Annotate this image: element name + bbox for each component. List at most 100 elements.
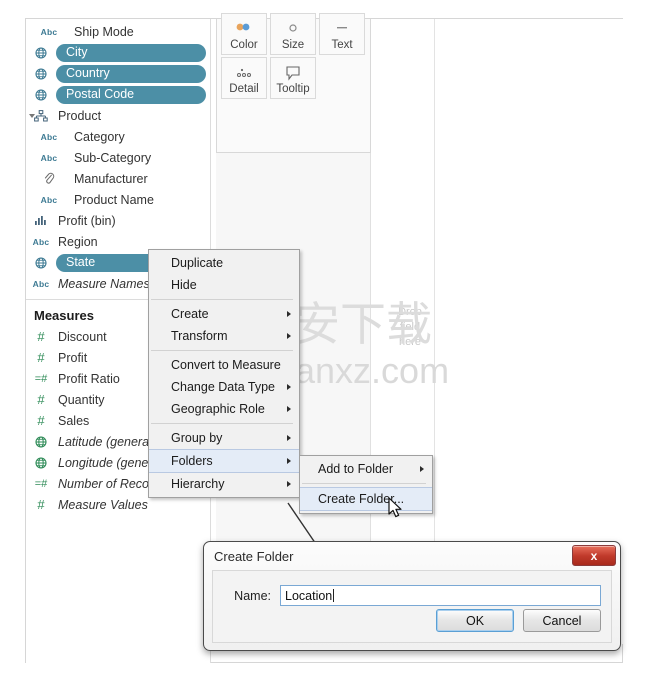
context-menu-item[interactable]: Transform — [149, 325, 299, 347]
dialog-buttons: OK Cancel — [436, 609, 601, 632]
chevron-right-icon — [420, 466, 424, 472]
field-icon-slot: Abc — [26, 153, 72, 163]
context-menu-item-label: Duplicate — [171, 256, 224, 270]
field-icon-slot: Abc — [26, 27, 72, 37]
context-menu-item-label: Geographic Role — [171, 402, 265, 416]
context-menu-item-label: Change Data Type — [171, 380, 276, 394]
menu-separator — [151, 423, 293, 424]
dimension-field-row[interactable]: City — [26, 42, 210, 63]
marks-button-detail[interactable]: Detail — [221, 57, 267, 99]
field-icon-slot: Abc — [26, 195, 72, 205]
dimension-field-row[interactable]: Product — [26, 105, 210, 126]
folders-submenu-item[interactable]: Add to Folder — [300, 458, 432, 480]
app-root: Color Size Text Detail Tooltip Drop fiel… — [0, 0, 648, 683]
globe-icon — [35, 46, 47, 59]
dimension-field-row[interactable]: Postal Code — [26, 84, 210, 105]
field-label: City — [56, 43, 206, 62]
marks-button-detail-label: Detail — [229, 83, 259, 95]
folder-name-input[interactable]: Location — [280, 585, 601, 606]
chevron-right-icon — [287, 406, 291, 412]
field-icon-slot: Abc — [26, 132, 72, 142]
abc-icon: Abc — [40, 26, 58, 37]
dimension-field-row[interactable]: Abc Ship Mode — [26, 21, 210, 42]
dimension-field-row[interactable]: Abc Category — [26, 126, 210, 147]
field-icon-slot — [26, 215, 56, 226]
dimension-field-row[interactable]: Abc Product Name — [26, 189, 210, 210]
field-icon-slot: Abc — [26, 279, 56, 289]
context-menu-item[interactable]: Hierarchy — [149, 473, 299, 495]
chevron-right-icon — [287, 458, 291, 464]
expand-collapse-icon[interactable] — [29, 113, 35, 118]
marks-button-color[interactable]: Color — [221, 13, 267, 55]
field-icon-slot: # — [26, 497, 56, 512]
context-menu-item-label: Transform — [171, 329, 228, 343]
folders-submenu-item-label: Add to Folder — [318, 462, 394, 476]
cancel-button[interactable]: Cancel — [523, 609, 601, 632]
field-label: Sub-Category — [74, 150, 152, 165]
context-menu-item[interactable]: Duplicate — [149, 252, 299, 274]
detail-dots-icon — [235, 63, 253, 83]
drop-field-hint-label: Drop field here — [398, 306, 422, 348]
calculated-number-icon: =# — [34, 477, 48, 490]
bin-histogram-icon — [34, 215, 48, 226]
field-icon-slot: # — [26, 413, 56, 428]
hierarchy-icon — [34, 109, 48, 122]
globe-icon — [35, 256, 47, 269]
close-icon-glyph: x — [590, 548, 598, 563]
field-label: Ship Mode — [74, 24, 134, 39]
mouse-cursor — [388, 497, 406, 521]
number-icon: # — [37, 329, 45, 344]
field-label: Product Name — [74, 192, 154, 207]
calculated-number-icon: =# — [34, 372, 48, 385]
field-icon-slot: # — [26, 392, 56, 407]
chevron-right-icon — [287, 481, 291, 487]
dimension-field-row[interactable]: Abc Sub-Category — [26, 147, 210, 168]
number-icon: # — [37, 350, 45, 365]
field-label: Measure Names — [58, 276, 150, 291]
marks-button-text-label: Text — [331, 39, 353, 51]
chevron-right-icon — [287, 333, 291, 339]
context-menu-item[interactable]: Change Data Type — [149, 376, 299, 398]
dimension-field-row[interactable]: Manufacturer — [26, 168, 210, 189]
marks-button-tooltip-label: Tooltip — [276, 83, 310, 95]
field-icon-slot — [26, 67, 56, 80]
field-label: Category — [74, 129, 125, 144]
globe-icon — [35, 456, 47, 469]
name-field-row: Name: Location — [223, 585, 601, 606]
field-icon-slot — [26, 172, 72, 185]
globe-icon — [35, 88, 47, 101]
context-menu-item-label: Hierarchy — [171, 477, 225, 491]
field-label: Profit Ratio — [58, 371, 120, 386]
context-menu-item-label: Create — [171, 307, 209, 321]
menu-separator — [151, 350, 293, 351]
context-menu-item-label: Folders — [171, 454, 213, 468]
name-label: Name: — [234, 588, 271, 603]
abc-icon: Abc — [40, 194, 58, 205]
marks-button-size[interactable]: Size — [270, 13, 316, 55]
marks-card: Color Size Text Detail Tooltip — [216, 13, 371, 153]
ok-button[interactable]: OK — [436, 609, 514, 632]
number-icon: # — [37, 392, 45, 407]
drop-field-hint[interactable]: Drop field here — [390, 305, 430, 350]
field-label: Quantity — [58, 392, 105, 407]
size-icon — [285, 19, 301, 39]
marks-button-color-label: Color — [230, 39, 258, 51]
field-label: Country — [56, 64, 206, 83]
context-menu-item-label: Group by — [171, 431, 223, 445]
context-menu-item[interactable]: Convert to Measure — [149, 354, 299, 376]
marks-button-tooltip[interactable]: Tooltip — [270, 57, 316, 99]
dialog-title: Create Folder — [214, 548, 294, 564]
folder-name-input-value: Location — [285, 588, 333, 603]
context-menu-item[interactable]: Folders — [149, 449, 299, 473]
dimension-field-row[interactable]: Country — [26, 63, 210, 84]
context-menu-item[interactable]: Group by — [149, 427, 299, 449]
field-label: Region — [58, 234, 98, 249]
field-context-menu[interactable]: Duplicate Hide Create Transform Convert to M… — [148, 249, 300, 498]
marks-button-text[interactable]: Text — [319, 13, 365, 55]
dimension-field-row[interactable]: Profit (bin) — [26, 210, 210, 231]
close-icon[interactable]: x — [572, 545, 616, 566]
context-menu-item[interactable]: Hide — [149, 274, 299, 296]
context-menu-item[interactable]: Create — [149, 303, 299, 325]
cancel-button-label: Cancel — [542, 613, 582, 628]
context-menu-item[interactable]: Geographic Role — [149, 398, 299, 420]
